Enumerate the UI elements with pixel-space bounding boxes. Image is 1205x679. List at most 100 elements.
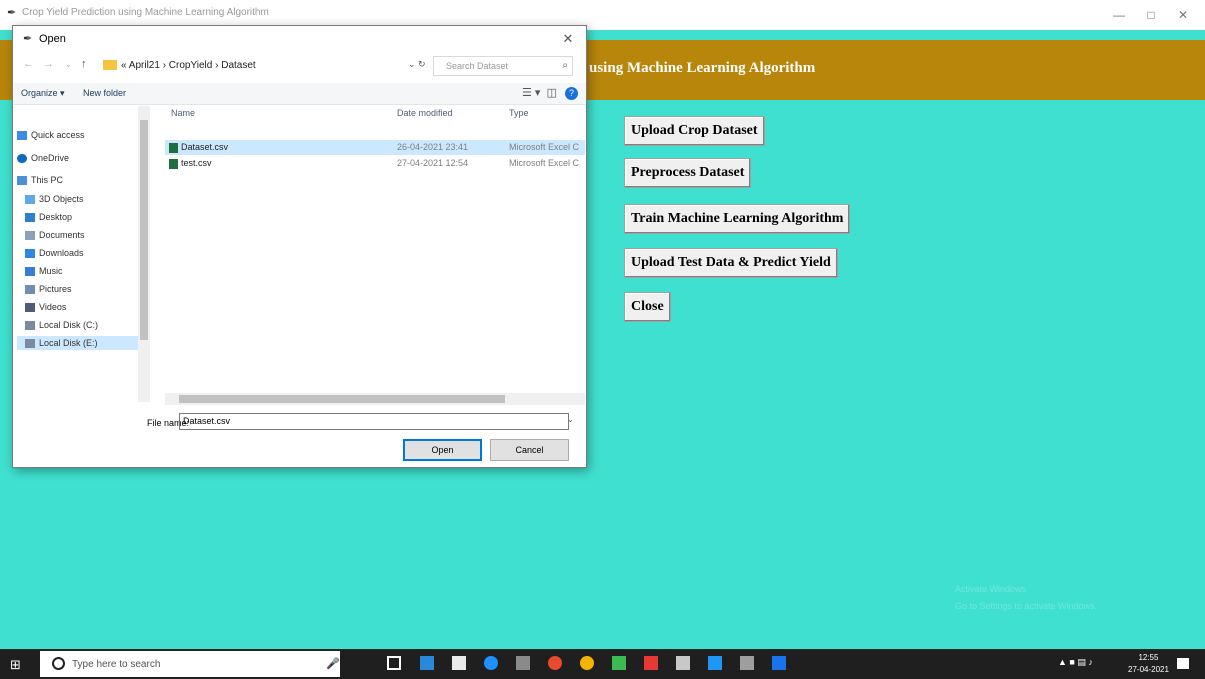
help-icon[interactable]: ? <box>565 87 578 100</box>
app-icon[interactable] <box>644 656 658 670</box>
upload-crop-dataset-button[interactable]: Upload Crop Dataset <box>624 116 765 146</box>
notification-icon[interactable] <box>1177 658 1189 669</box>
organize-button[interactable]: Organize ▾ <box>21 88 65 99</box>
close-app-button[interactable]: Close <box>624 292 671 322</box>
file-date: 27-04-2021 12:54 <box>397 158 469 168</box>
view-icon[interactable]: ☰ ▾ <box>522 87 540 99</box>
close-button[interactable]: ✕ <box>1167 4 1199 26</box>
navigation-pane: Quick access OneDrive This PC 3D Objects… <box>13 106 148 402</box>
clock[interactable]: 12:55 27-04-2021 <box>1128 652 1169 676</box>
folder-icon <box>103 60 117 71</box>
nav-item-videos[interactable]: Videos <box>25 300 66 314</box>
nav-item-documents[interactable]: Documents <box>25 228 85 242</box>
cube-icon <box>25 195 35 205</box>
nav-item-3d-objects[interactable]: 3D Objects <box>25 192 84 206</box>
nav-pane-scrollbar[interactable] <box>138 106 150 402</box>
navigation-bar: ← → ⌄ ↑ « April21 › CropYield › Dataset … <box>13 55 586 79</box>
open-file-dialog: ✒ Open ✕ ← → ⌄ ↑ « April21 › CropYield ›… <box>12 25 587 468</box>
maximize-button[interactable]: □ <box>1135 4 1167 26</box>
music-icon <box>25 267 35 277</box>
column-header-type[interactable]: Type <box>509 108 529 118</box>
recent-chevron-icon[interactable]: ⌄ <box>65 60 72 69</box>
nav-item-quick-access[interactable]: Quick access <box>17 128 85 142</box>
nav-item-local-disk-e[interactable]: Local Disk (E:) <box>17 336 142 350</box>
minimize-button[interactable]: — <box>1103 4 1135 26</box>
address-bar[interactable]: « April21 › CropYield › Dataset <box>103 56 403 76</box>
clock-date: 27-04-2021 <box>1128 665 1169 674</box>
file-list-scrollbar[interactable] <box>165 393 585 405</box>
scrollbar-thumb[interactable] <box>179 395 505 403</box>
up-arrow-icon[interactable]: ↑ <box>81 58 87 70</box>
taskbar-search-placeholder: Type here to search <box>72 659 161 670</box>
clock-time: 12:55 <box>1138 653 1159 662</box>
document-icon <box>25 231 35 241</box>
computer-icon <box>17 176 27 186</box>
file-type: Microsoft Excel C <box>509 142 580 152</box>
activation-watermark-title: Activate Windows <box>955 584 1027 594</box>
file-row[interactable]: Dataset.csv 26-04-2021 23:41 Microsoft E… <box>165 140 585 155</box>
video-icon <box>25 303 35 313</box>
command-bar: Organize ▾ New folder ☰ ▾ ◫? <box>13 83 586 105</box>
activation-watermark-text: Go to Settings to activate Windows. <box>955 601 1098 611</box>
edge-icon[interactable] <box>484 656 498 670</box>
pictures-icon <box>25 285 35 295</box>
taskbar-search[interactable]: Type here to search 🎤 <box>40 651 340 677</box>
app-icon[interactable] <box>708 656 722 670</box>
download-icon <box>25 249 35 259</box>
taskbar: ⊞ Type here to search 🎤 ▲ ■ ▤ ♪ 12:55 27… <box>0 649 1205 679</box>
feather-icon: ✒ <box>23 33 33 45</box>
back-arrow-icon[interactable]: ← <box>23 58 34 70</box>
nav-item-music[interactable]: Music <box>25 264 63 278</box>
predict-yield-button[interactable]: Upload Test Data & Predict Yield <box>624 248 838 278</box>
nav-item-downloads[interactable]: Downloads <box>25 246 84 260</box>
dialog-title: Open <box>39 33 66 45</box>
mail-icon[interactable] <box>420 656 434 670</box>
excel-file-icon <box>169 142 178 153</box>
breadcrumb: « April21 › CropYield › Dataset <box>121 60 256 71</box>
preprocess-dataset-button[interactable]: Preprocess Dataset <box>624 158 752 188</box>
python-icon[interactable] <box>772 656 786 670</box>
file-row[interactable]: test.csv 27-04-2021 12:54 Microsoft Exce… <box>165 156 585 171</box>
windows-start-icon[interactable]: ⊞ <box>10 657 21 673</box>
search-input[interactable]: Search Dataset ⌕ <box>433 56 573 76</box>
microphone-icon[interactable]: 🎤 <box>326 657 340 670</box>
file-name: test.csv <box>169 158 212 169</box>
nav-item-onedrive[interactable]: OneDrive <box>17 151 69 165</box>
dialog-close-button[interactable]: ✕ <box>556 30 580 48</box>
forward-arrow-icon[interactable]: → <box>43 58 54 70</box>
open-button[interactable]: Open <box>403 439 482 461</box>
app-icon[interactable] <box>516 656 530 670</box>
file-name-field[interactable]: Dataset.csv <box>179 413 569 430</box>
preview-pane-icon[interactable]: ◫ <box>547 87 557 99</box>
nav-item-local-disk-c[interactable]: Local Disk (C:) <box>25 318 98 332</box>
store-icon[interactable] <box>452 656 466 670</box>
refresh-icon[interactable]: ⌄ ↻ <box>408 59 426 70</box>
nav-item-desktop[interactable]: Desktop <box>25 210 72 224</box>
drive-icon <box>25 321 35 331</box>
desktop-icon <box>25 213 35 223</box>
nav-item-this-pc[interactable]: This PC <box>17 173 63 187</box>
opera-icon[interactable] <box>548 656 562 670</box>
cancel-button[interactable]: Cancel <box>490 439 569 461</box>
app-icon[interactable] <box>740 656 754 670</box>
task-view-icon[interactable] <box>387 656 401 670</box>
column-header-date[interactable]: Date modified <box>397 108 453 118</box>
column-header-name[interactable]: Name <box>171 108 195 118</box>
train-algorithm-button[interactable]: Train Machine Learning Algorithm <box>624 204 851 234</box>
scrollbar-thumb[interactable] <box>140 120 148 340</box>
file-type: Microsoft Excel C <box>509 158 580 168</box>
star-icon <box>17 131 27 141</box>
view-options[interactable]: ☰ ▾ ◫? <box>522 86 578 100</box>
chevron-down-icon[interactable]: ⌄ <box>567 415 574 424</box>
app-window-title: Crop Yield Prediction using Machine Lear… <box>22 7 269 18</box>
cortana-icon <box>52 657 65 670</box>
dialog-titlebar: ✒ Open ✕ <box>13 26 586 53</box>
feather-icon: ✒ <box>7 7 17 19</box>
tray-icons[interactable]: ▲ ■ ▤ ♪ <box>1058 657 1093 668</box>
search-placeholder: Search Dataset <box>446 61 509 71</box>
app-icon[interactable] <box>612 656 626 670</box>
chrome-icon[interactable] <box>580 656 594 670</box>
new-folder-button[interactable]: New folder <box>83 88 126 98</box>
app-icon[interactable] <box>676 656 690 670</box>
nav-item-pictures[interactable]: Pictures <box>25 282 72 296</box>
